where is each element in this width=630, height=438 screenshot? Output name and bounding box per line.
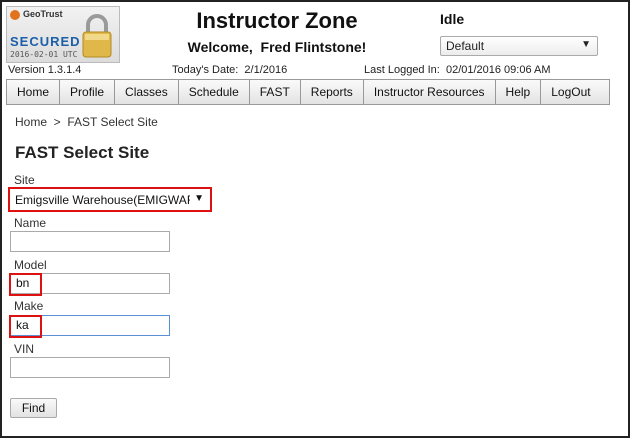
make-highlight-box <box>9 315 42 338</box>
nav-reports[interactable]: Reports <box>301 80 364 104</box>
site-select-value: Emigsville Warehouse(EMIGWAR <box>15 193 190 207</box>
profile-select-value: Default <box>446 39 485 53</box>
todays-date-text: Today's Date: 2/1/2016 <box>172 64 288 76</box>
nav-home[interactable]: Home <box>7 80 61 104</box>
padlock-icon <box>82 14 112 58</box>
main-nav: Home Profile Classes Schedule FAST Repor… <box>6 79 610 105</box>
app-title: Instructor Zone <box>196 8 358 33</box>
nav-schedule[interactable]: Schedule <box>179 80 250 104</box>
geotrust-logo-icon <box>10 10 20 20</box>
nav-logout[interactable]: LogOut <box>541 80 600 104</box>
name-label: Name <box>14 216 47 230</box>
chevron-down-icon: ▼ <box>581 39 591 50</box>
nav-instructor-resources[interactable]: Instructor Resources <box>364 80 496 104</box>
vin-input[interactable] <box>10 357 170 378</box>
geotrust-secured-badge[interactable]: GeoTrust SECURED 2016-02-01 UTC <box>6 6 120 63</box>
last-logged-text: Last Logged In: 02/01/2016 09:06 AM <box>364 64 551 76</box>
vin-label: VIN <box>14 342 35 356</box>
site-select[interactable]: Emigsville Warehouse(EMIGWAR ▼ <box>8 187 212 212</box>
status-text: Idle <box>440 11 465 27</box>
breadcrumb: Home > FAST Select Site <box>15 115 158 129</box>
nav-classes[interactable]: Classes <box>115 80 179 104</box>
browser-frame: GeoTrust SECURED 2016-02-01 UTC Instruct… <box>0 0 630 438</box>
name-input[interactable] <box>10 231 170 252</box>
nav-profile[interactable]: Profile <box>60 80 116 104</box>
profile-select[interactable]: Default ▼ <box>440 36 598 56</box>
version-text: Version 1.3.1.4 <box>8 64 82 76</box>
site-label: Site <box>14 173 35 187</box>
badge-date: 2016-02-01 UTC <box>10 50 78 59</box>
welcome-message: Welcome, Fred Flintstone! <box>187 39 367 55</box>
nav-help[interactable]: Help <box>496 80 542 104</box>
make-label: Make <box>14 299 44 313</box>
badge-secured-text: SECURED <box>10 34 81 49</box>
nav-fast[interactable]: FAST <box>250 80 301 104</box>
info-row: Version 1.3.1.4 Today's Date: 2/1/2016 L… <box>6 64 626 78</box>
model-highlight-box <box>9 273 42 296</box>
page-title: FAST Select Site <box>15 143 150 162</box>
model-label: Model <box>14 258 47 272</box>
badge-brand: GeoTrust <box>23 9 63 19</box>
chevron-down-icon: ▼ <box>194 193 204 204</box>
find-button[interactable]: Find <box>10 398 57 418</box>
